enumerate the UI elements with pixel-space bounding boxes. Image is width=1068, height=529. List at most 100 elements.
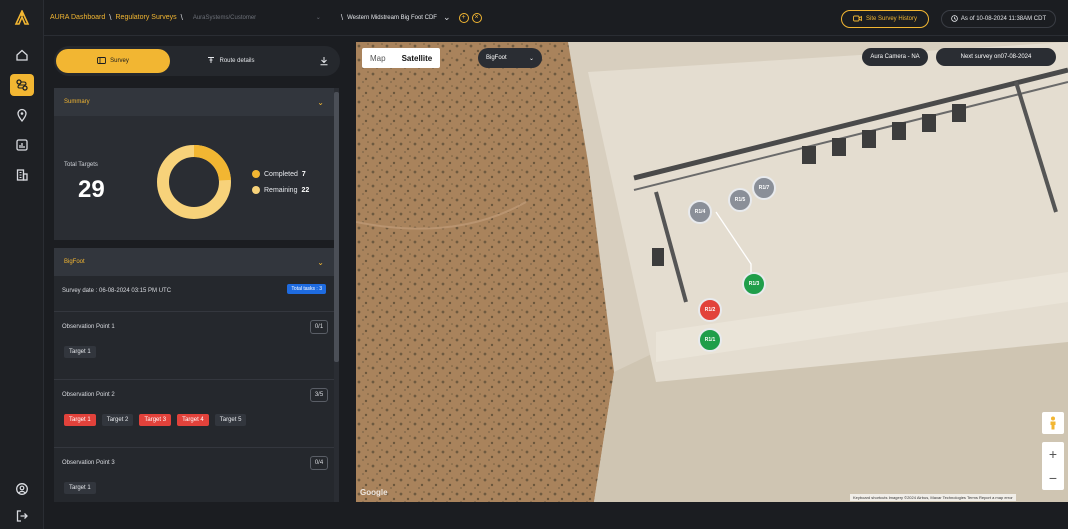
observation-point-count: 0/4 bbox=[310, 456, 328, 470]
target-chip[interactable]: Target 1 bbox=[64, 414, 96, 426]
observation-point-2[interactable]: Observation Point 2 3/5 Target 1 Target … bbox=[54, 380, 334, 448]
building-icon[interactable] bbox=[10, 164, 34, 186]
zoom-control: + − bbox=[1042, 442, 1064, 490]
legend-completed-value: 7 bbox=[301, 170, 306, 178]
total-targets-label: Total Targets bbox=[64, 162, 98, 168]
bigfoot-header[interactable]: BigFoot ⌄ bbox=[54, 248, 334, 276]
next-survey-pill: Next survey on07-08-2024 bbox=[936, 48, 1056, 66]
remaining-dot-icon bbox=[252, 186, 260, 194]
target-chip[interactable]: Target 3 bbox=[139, 414, 172, 426]
user-icon[interactable] bbox=[10, 478, 34, 500]
pegman-icon[interactable] bbox=[1042, 412, 1064, 434]
aura-logo-icon[interactable] bbox=[10, 8, 34, 28]
download-button[interactable] bbox=[312, 53, 336, 71]
observation-point-1[interactable]: Observation Point 1 0/1 Target 1 bbox=[54, 312, 334, 380]
survey-date-row: Survey date : 06-08-2024 03:15 PM UTC To… bbox=[54, 276, 334, 312]
target-chip[interactable]: Target 1 bbox=[64, 346, 96, 358]
observation-point-title: Observation Point 1 bbox=[62, 324, 115, 330]
breadcrumb-regulatory-surveys[interactable]: Regulatory Surveys bbox=[116, 14, 177, 21]
observation-point-3[interactable]: Observation Point 3 0/4 Target 1 bbox=[54, 448, 334, 502]
top-bar: AURA Dashboard \ Regulatory Surveys \ Au… bbox=[44, 0, 1068, 36]
site-survey-history-button[interactable]: Site Survey History bbox=[841, 10, 929, 28]
observation-point-count: 3/5 bbox=[310, 388, 328, 402]
route-marker[interactable]: R1/1 bbox=[698, 328, 722, 352]
site-select[interactable]: Western Midstream Big Foot CDF ⌄ bbox=[347, 12, 450, 23]
total-tasks-badge: Total tasks : 3 bbox=[287, 284, 326, 294]
customer-select-value: AuraSystems/Customer bbox=[192, 14, 257, 21]
bigfoot-card: BigFoot ⌄ bbox=[54, 248, 334, 276]
survey-date: Survey date : 06-08-2024 03:15 PM UTC bbox=[62, 288, 172, 294]
icon-rail bbox=[0, 0, 44, 529]
map-option[interactable]: Map bbox=[362, 54, 394, 63]
home-icon[interactable] bbox=[10, 44, 34, 66]
breadcrumb-separator: \ bbox=[340, 13, 344, 22]
zoom-out-button[interactable]: − bbox=[1049, 470, 1057, 486]
site-select-value: Western Midstream Big Foot CDF bbox=[347, 14, 437, 21]
route-details-icon bbox=[207, 56, 215, 66]
target-list: Target 1 Target 2 Target 3 Target 4 Targ… bbox=[64, 414, 247, 426]
google-logo: Google bbox=[360, 488, 388, 497]
route-marker[interactable]: R1/7 bbox=[752, 176, 776, 200]
customer-select[interactable]: AuraSystems/Customer ⌄ bbox=[187, 9, 327, 27]
route-marker[interactable]: R1/2 bbox=[698, 298, 722, 322]
satellite-map[interactable]: Map Satellite BigFoot ⌄ Aura Camera - NA… bbox=[356, 42, 1068, 502]
report-icon[interactable] bbox=[10, 134, 34, 156]
zoom-in-button[interactable]: + bbox=[1049, 446, 1057, 462]
survey-panel: Survey Route details Summary ⌄ Total Tar… bbox=[50, 42, 346, 502]
completed-dot-icon bbox=[252, 170, 260, 178]
route-marker[interactable]: R1/3 bbox=[742, 272, 766, 296]
observation-point-title: Observation Point 3 bbox=[62, 460, 115, 466]
summary-title: Summary bbox=[64, 99, 90, 105]
breadcrumb-separator: \ bbox=[109, 13, 112, 22]
legend-completed: Completed 7 bbox=[252, 170, 309, 178]
target-chip[interactable]: Target 4 bbox=[177, 414, 209, 426]
chevron-down-icon: ⌄ bbox=[528, 55, 534, 62]
targets-donut-chart bbox=[157, 145, 231, 219]
target-list: Target 1 bbox=[64, 346, 96, 358]
camera-status-pill: Aura Camera - NA bbox=[862, 48, 928, 66]
location-pin-icon[interactable] bbox=[10, 104, 34, 126]
breadcrumb-separator: \ bbox=[180, 13, 183, 22]
site-filter-select[interactable]: BigFoot ⌄ bbox=[478, 48, 542, 68]
tab-survey[interactable]: Survey bbox=[56, 49, 170, 73]
breadcrumb: AURA Dashboard \ Regulatory Surveys \ Au… bbox=[50, 9, 482, 27]
chevron-down-icon: ⌄ bbox=[442, 12, 451, 22]
tab-survey-label: Survey bbox=[110, 58, 129, 64]
target-chip[interactable]: Target 5 bbox=[214, 414, 247, 426]
summary-header[interactable]: Summary ⌄ bbox=[54, 88, 334, 116]
total-targets-value: 29 bbox=[78, 176, 105, 203]
legend-remaining-value: 22 bbox=[301, 186, 310, 194]
route-icon[interactable] bbox=[10, 74, 34, 96]
clock-icon bbox=[951, 14, 958, 24]
target-chip[interactable]: Target 2 bbox=[101, 414, 134, 426]
satellite-imagery bbox=[356, 42, 1068, 502]
route-marker[interactable]: R1/4 bbox=[688, 200, 712, 224]
panel-scrollbar[interactable] bbox=[334, 88, 339, 502]
site-survey-history-label: Site Survey History bbox=[865, 16, 917, 22]
scrollbar-thumb[interactable] bbox=[334, 92, 339, 362]
tab-route-details[interactable]: Route details bbox=[174, 49, 288, 73]
summary-body: Total Targets 29 Completed 7 Remaining 2… bbox=[54, 116, 334, 240]
map-attribution[interactable]: Keyboard shortcuts Imagery ©2024 Airbus,… bbox=[850, 494, 1016, 501]
logout-icon[interactable] bbox=[10, 505, 34, 527]
summary-card: Summary ⌄ Total Targets 29 Completed 7 R… bbox=[54, 88, 334, 240]
panel-tabs: Survey Route details bbox=[54, 46, 340, 76]
donut-legend: Completed 7 Remaining 22 bbox=[252, 170, 309, 202]
route-marker[interactable]: R1/5 bbox=[728, 188, 752, 212]
bigfoot-title: BigFoot bbox=[64, 259, 85, 265]
site-filter-value: BigFoot bbox=[486, 55, 507, 61]
as-of-label: As of 10-08-2024 11:38AM CDT bbox=[960, 16, 1047, 22]
add-site-icon[interactable]: + bbox=[458, 12, 469, 23]
satellite-option[interactable]: Satellite bbox=[394, 54, 441, 63]
panel-scroll-area[interactable]: Summary ⌄ Total Targets 29 Completed 7 R… bbox=[54, 88, 334, 502]
tab-route-details-label: Route details bbox=[219, 58, 255, 64]
breadcrumb-dashboard[interactable]: AURA Dashboard bbox=[50, 14, 105, 21]
clear-site-icon[interactable]: × bbox=[471, 12, 482, 23]
observation-point-title: Observation Point 2 bbox=[62, 392, 115, 398]
camera-icon bbox=[853, 15, 862, 24]
legend-completed-label: Completed bbox=[264, 170, 298, 178]
target-chip[interactable]: Target 1 bbox=[64, 482, 96, 494]
chevron-down-icon: ⌄ bbox=[317, 257, 324, 267]
survey-icon bbox=[97, 56, 107, 66]
chevron-down-icon: ⌄ bbox=[315, 15, 321, 21]
